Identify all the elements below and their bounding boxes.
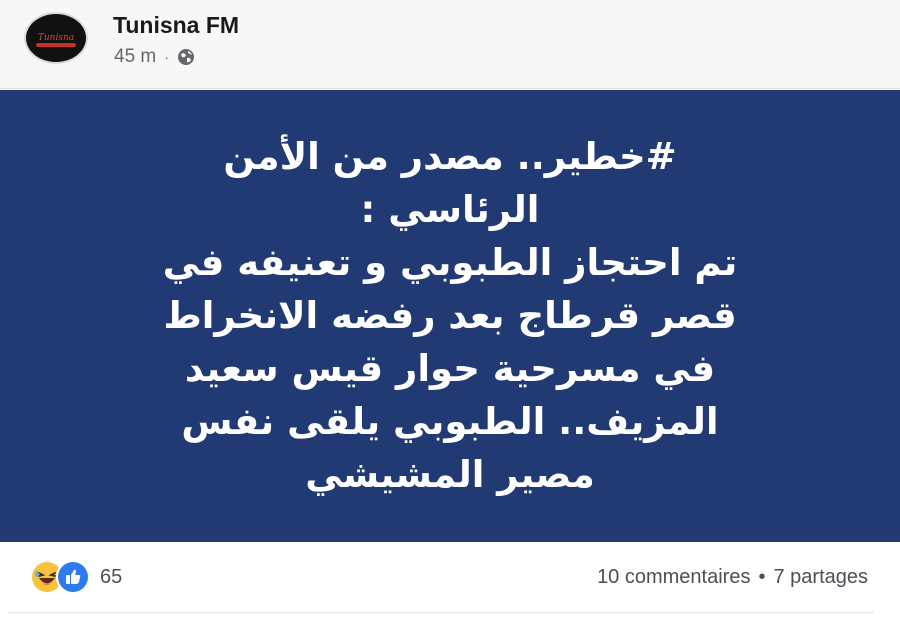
like-react-icon — [56, 560, 90, 594]
reactions-summary[interactable]: 65 — [30, 560, 123, 594]
image-text-line: في مسرحية حوار قيس سعيد — [184, 347, 716, 390]
post-header: Tunisna Tunisna FM 45 m · — [0, 0, 900, 89]
footer-divider — [8, 612, 874, 613]
post-footer: 65 10 commentaires • 7 partages — [0, 542, 900, 630]
post-image[interactable]: #خطير.. مصدر من الأمن الرئاسي : تم احتجا… — [0, 90, 900, 542]
globe-icon[interactable] — [177, 48, 195, 66]
avatar-logo-swoosh — [36, 43, 76, 47]
page-avatar[interactable]: Tunisna — [26, 14, 86, 62]
image-text-line: قصر قرطاج بعد رفضه الانخراط — [163, 294, 737, 337]
facebook-post: Tunisna Tunisna FM 45 m · #خطير.. مصدر م… — [0, 0, 900, 630]
meta-separator: · — [164, 49, 169, 65]
image-text-block: #خطير.. مصدر من الأمن الرئاسي : تم احتجا… — [60, 130, 840, 501]
image-text-line: #خطير.. مصدر من الأمن — [223, 135, 677, 178]
comments-count-link[interactable]: 10 commentaires — [597, 566, 750, 589]
image-text-line: تم احتجاز الطبوبي و تعنيفه في — [162, 241, 738, 284]
engagement-stats: 10 commentaires • 7 partages — [597, 566, 868, 589]
post-timestamp[interactable]: 45 m — [114, 46, 156, 68]
shares-count-link[interactable]: 7 partages — [773, 566, 868, 589]
image-text-line: الرئاسي : — [360, 188, 540, 231]
post-meta: 45 m · — [114, 45, 195, 69]
stats-separator: • — [758, 566, 766, 588]
reaction-count: 65 — [100, 565, 123, 588]
image-text-line: مصير المشيشي — [305, 453, 595, 496]
page-name-link[interactable]: Tunisna FM — [113, 12, 239, 39]
image-text-line: المزيف.. الطبوبي يلقى نفس — [181, 400, 719, 443]
